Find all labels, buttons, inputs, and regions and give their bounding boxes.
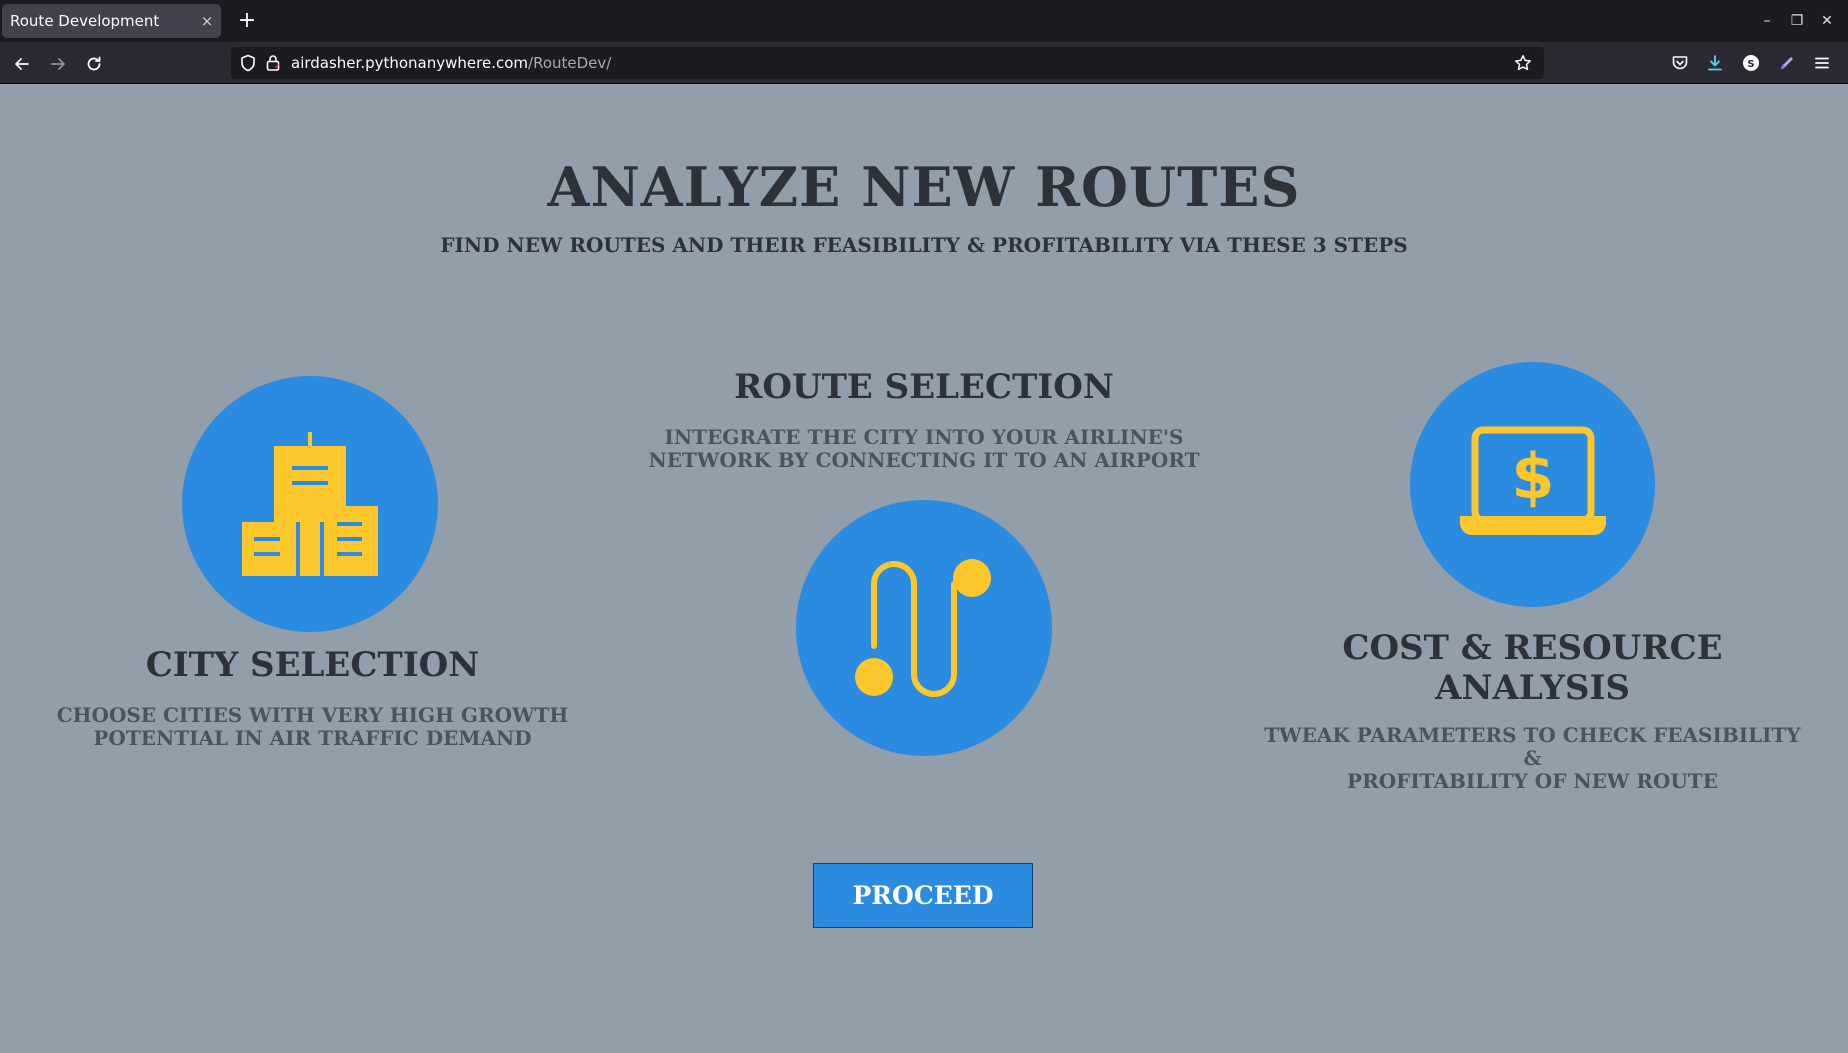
route-selection-desc-line2: NETWORK BY CONNECTING IT TO AN AIRPORT bbox=[648, 448, 1200, 472]
restore-button[interactable]: ❐ bbox=[1785, 9, 1809, 33]
route-selection-desc-line1: INTEGRATE THE CITY INTO YOUR AIRLINE'S bbox=[664, 425, 1184, 449]
minimize-button[interactable]: – bbox=[1755, 9, 1779, 33]
download-icon[interactable] bbox=[1703, 51, 1727, 75]
url-host: airdasher.pythonanywhere.com bbox=[291, 54, 529, 72]
extension-pen-icon[interactable] bbox=[1775, 51, 1799, 75]
tab-close-icon[interactable]: × bbox=[193, 12, 221, 30]
cost-analysis-title-line1: COST & RESOURCE bbox=[1342, 628, 1723, 668]
back-button[interactable] bbox=[8, 50, 36, 78]
svg-text:S: S bbox=[1747, 59, 1754, 70]
browser-tab[interactable]: Route Development × bbox=[2, 4, 221, 38]
close-window-button[interactable]: ✕ bbox=[1815, 9, 1839, 33]
reload-button[interactable] bbox=[80, 50, 108, 78]
proceed-button[interactable]: PROCEED bbox=[813, 863, 1033, 928]
route-path-icon bbox=[855, 559, 991, 697]
bookmark-star-icon[interactable] bbox=[1514, 54, 1532, 72]
route-selection-circle bbox=[796, 500, 1052, 756]
page-subtitle: FIND NEW ROUTES AND THEIR FEASIBILITY & … bbox=[440, 233, 1408, 257]
cost-analysis-circle: $ bbox=[1410, 362, 1655, 607]
laptop-dollar-icon: $ bbox=[1460, 426, 1606, 535]
browser-navbar: airdasher.pythonanywhere.com/RouteDev/ S bbox=[0, 42, 1848, 84]
city-selection-title: CITY SELECTION bbox=[145, 645, 480, 685]
pocket-icon[interactable] bbox=[1668, 51, 1692, 75]
forward-button[interactable] bbox=[44, 50, 72, 78]
forward-arrow-icon bbox=[51, 58, 65, 70]
city-selection-description: CHOOSE CITIES WITH VERY HIGH GROWTH POTE… bbox=[40, 704, 585, 750]
cost-analysis-title-line2: ANALYSIS bbox=[1435, 668, 1630, 708]
new-tab-button[interactable]: + bbox=[234, 8, 260, 34]
city-buildings-icon bbox=[242, 432, 378, 576]
route-selection-description: INTEGRATE THE CITY INTO YOUR AIRLINE'S N… bbox=[620, 426, 1228, 472]
url-path: /RouteDev/ bbox=[528, 54, 612, 72]
cost-analysis-description: TWEAK PARAMETERS TO CHECK FEASIBILITY & … bbox=[1260, 724, 1805, 793]
cost-analysis-title: COST & RESOURCE ANALYSIS bbox=[1260, 628, 1805, 708]
url-text: airdasher.pythonanywhere.com/RouteDev/ bbox=[291, 54, 611, 72]
back-arrow-icon bbox=[15, 58, 29, 70]
city-selection-circle bbox=[182, 376, 438, 632]
svg-text:$: $ bbox=[1511, 440, 1554, 513]
tab-title: Route Development bbox=[10, 12, 160, 30]
shield-icon bbox=[241, 54, 255, 72]
lock-icon bbox=[266, 55, 280, 71]
page-title: ANALYZE NEW ROUTES bbox=[547, 155, 1301, 219]
city-selection-desc-line2: POTENTIAL IN AIR TRAFFIC DEMAND bbox=[93, 726, 532, 750]
route-selection-title: ROUTE SELECTION bbox=[734, 367, 1114, 407]
reload-icon bbox=[87, 56, 101, 71]
url-bar[interactable]: airdasher.pythonanywhere.com/RouteDev/ bbox=[231, 47, 1544, 79]
cost-analysis-desc-line1: TWEAK PARAMETERS TO CHECK FEASIBILITY & bbox=[1264, 723, 1801, 770]
city-selection-desc-line1: CHOOSE CITIES WITH VERY HIGH GROWTH bbox=[56, 703, 569, 727]
page-content: ANALYZE NEW ROUTES FIND NEW ROUTES AND T… bbox=[0, 85, 1848, 1053]
cost-analysis-desc-line2: PROFITABILITY OF NEW ROUTE bbox=[1347, 769, 1718, 793]
menu-icon[interactable] bbox=[1810, 51, 1834, 75]
account-icon[interactable]: S bbox=[1739, 51, 1763, 75]
browser-titlebar: Route Development × + – ❐ ✕ bbox=[0, 0, 1848, 42]
